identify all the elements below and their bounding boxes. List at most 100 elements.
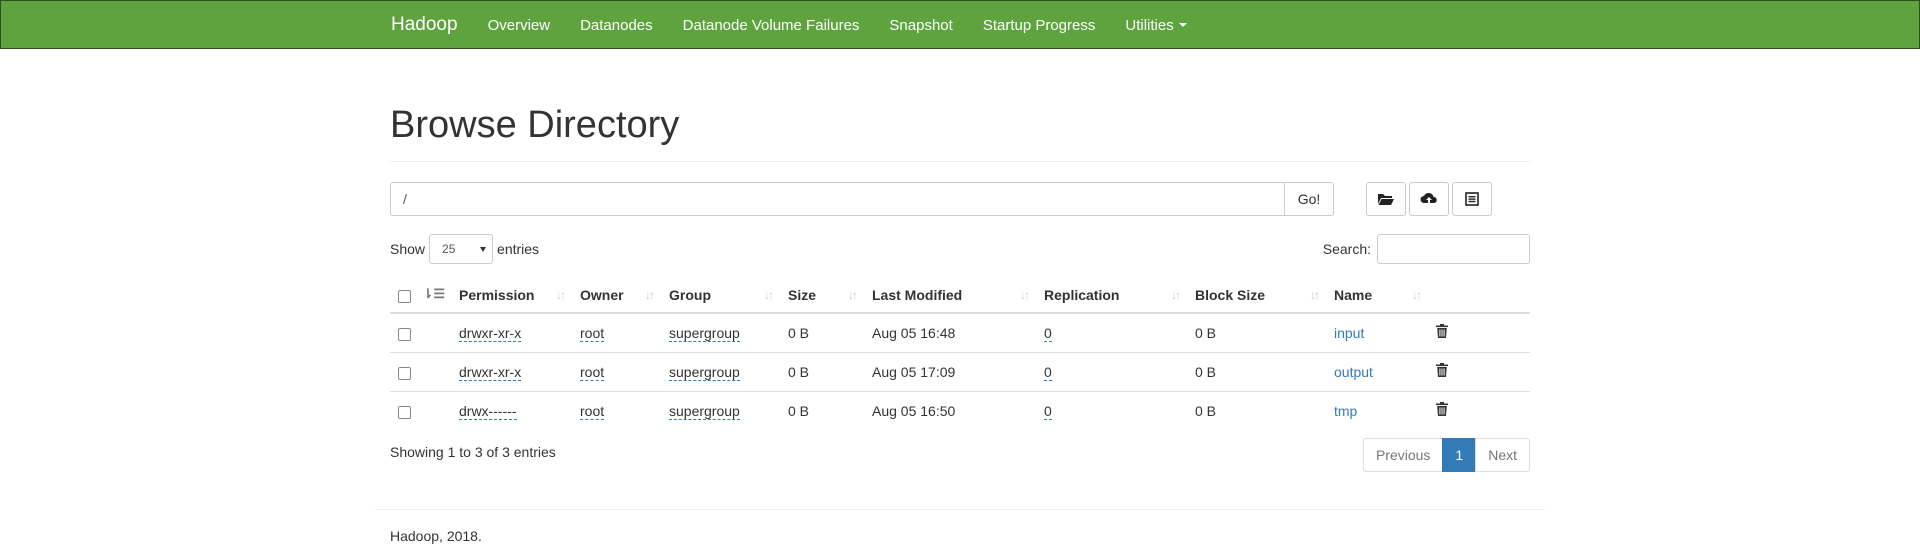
sort-icon: ↓↑ [1412,287,1422,302]
select-arrow-icon [480,246,487,252]
page-title: Browse Directory [390,104,680,146]
create-directory-button[interactable] [1366,181,1406,216]
row-checkbox[interactable] [398,327,411,341]
file-name-link[interactable]: tmp [1334,403,1357,419]
replication-cell: 0 [1036,351,1187,392]
column-owner[interactable]: Owner ↓↑ [572,277,661,314]
column-owner-label: Owner [580,286,624,303]
permission-value[interactable]: drwxr-xr-x [459,363,522,381]
page-1-button[interactable]: 1 [1442,437,1477,472]
sort-asc-icon: ⇂☰ [422,285,445,301]
select-all-checkbox[interactable] [398,289,411,303]
column-block-size-label: Block Size [1195,286,1266,303]
column-permission[interactable]: Permission ↓↑ [451,277,572,314]
table-footer: Showing 1 to 3 of 3 entries Previous 1 N… [390,437,1530,482]
row-spacer-cell [426,351,451,392]
group-value[interactable]: supergroup [669,402,740,420]
column-group[interactable]: Group ↓↑ [661,277,780,314]
file-name-link[interactable]: input [1334,325,1364,341]
cut-paste-button[interactable] [1452,181,1492,216]
replication-value[interactable]: 0 [1044,402,1052,420]
sort-icon: ↓↑ [1020,287,1030,302]
search-input[interactable] [1377,233,1530,264]
column-permission-label: Permission [459,286,535,303]
owner-value[interactable]: root [580,324,605,342]
permission-cell: drwxr-xr-x [451,351,572,392]
table-row: drwx------ root supergroup 0 B Aug 05 16… [390,390,1530,430]
next-page-button[interactable]: Next [1475,437,1530,472]
last-modified-cell: Aug 05 17:09 [864,351,1036,392]
sort-icon: ↓↑ [1310,287,1320,302]
size-cell: 0 B [788,324,810,341]
row-spacer-cell [426,390,451,430]
owner-value[interactable]: root [580,363,605,381]
cloud-upload-icon [1420,192,1437,204]
path-bar: Go! [390,181,1530,216]
directory-path-input[interactable] [390,181,1285,216]
previous-page-button[interactable]: Previous [1362,437,1444,472]
page-length-control: Show 25 entries [390,233,539,264]
permission-cell: drwx------ [451,390,572,430]
delete-cell [1428,351,1530,392]
column-replication-label: Replication [1044,286,1120,303]
group-cell: supergroup [661,390,780,430]
row-checkbox[interactable] [398,366,411,380]
show-label: Show [390,240,426,257]
sort-icon: ↓↑ [764,287,774,302]
delete-cell [1428,313,1530,353]
replication-value[interactable]: 0 [1044,363,1052,381]
column-name[interactable]: Name ↓↑ [1326,277,1428,314]
column-last-modified[interactable]: Last Modified ↓↑ [864,277,1036,314]
folder-open-icon [1378,193,1394,205]
table-row: drwxr-xr-x root supergroup 0 B Aug 05 17… [390,351,1530,392]
page-length-select[interactable]: 25 [429,233,494,264]
table-row: drwxr-xr-x root supergroup 0 B Aug 05 16… [390,313,1530,353]
column-size[interactable]: Size ↓↑ [780,277,864,314]
name-cell: output [1326,351,1428,392]
trash-icon[interactable] [1436,324,1448,339]
permission-value[interactable]: drwx------ [459,402,517,420]
file-name-link[interactable]: output [1334,364,1373,380]
main-container: Browse Directory Go! Show 25 entries Sea… [390,49,1530,482]
group-cell: supergroup [661,313,780,353]
replication-cell: 0 [1036,390,1187,430]
nav-datanodes[interactable]: Datanodes [580,17,653,34]
group-value[interactable]: supergroup [669,324,740,342]
table-controls: Show 25 entries Search: [390,232,1530,264]
owner-cell: root [572,390,661,430]
footer: Hadoop, 2018. [375,509,1545,544]
upload-files-button[interactable] [1409,181,1449,216]
owner-cell: root [572,313,661,353]
owner-cell: root [572,351,661,392]
nav-overview[interactable]: Overview [488,17,551,34]
sort-column-header[interactable]: ⇂☰ [422,277,451,314]
column-last-modified-label: Last Modified [872,286,963,303]
footer-text: Hadoop, 2018. [390,528,482,544]
row-checkbox[interactable] [398,405,411,419]
permission-cell: drwxr-xr-x [451,313,572,353]
block-size-cell: 0 B [1187,390,1326,430]
trash-icon[interactable] [1436,402,1448,417]
replication-value[interactable]: 0 [1044,324,1052,342]
column-replication[interactable]: Replication ↓↑ [1036,277,1187,314]
name-cell: tmp [1326,390,1428,430]
permission-value[interactable]: drwxr-xr-x [459,324,522,342]
row-select-cell [390,313,426,353]
brand-link[interactable]: Hadoop [391,14,458,36]
column-block-size[interactable]: Block Size ↓↑ [1187,277,1326,314]
sort-icon: ↓↑ [645,287,655,302]
group-value[interactable]: supergroup [669,363,740,381]
go-button[interactable]: Go! [1284,181,1334,216]
nav-utilities-dropdown[interactable]: Utilities [1125,17,1187,34]
last-modified-cell: Aug 05 16:48 [872,324,956,341]
trash-icon[interactable] [1436,363,1448,378]
caret-down-icon [1178,23,1187,27]
row-select-cell [390,390,426,430]
column-size-label: Size [788,286,817,303]
nav-snapshot[interactable]: Snapshot [889,17,952,34]
sort-icon: ↓↑ [848,287,858,302]
nav-startup-progress[interactable]: Startup Progress [983,17,1096,34]
owner-value[interactable]: root [580,402,605,420]
row-select-cell [390,351,426,392]
nav-datanode-volume-failures[interactable]: Datanode Volume Failures [683,17,860,34]
